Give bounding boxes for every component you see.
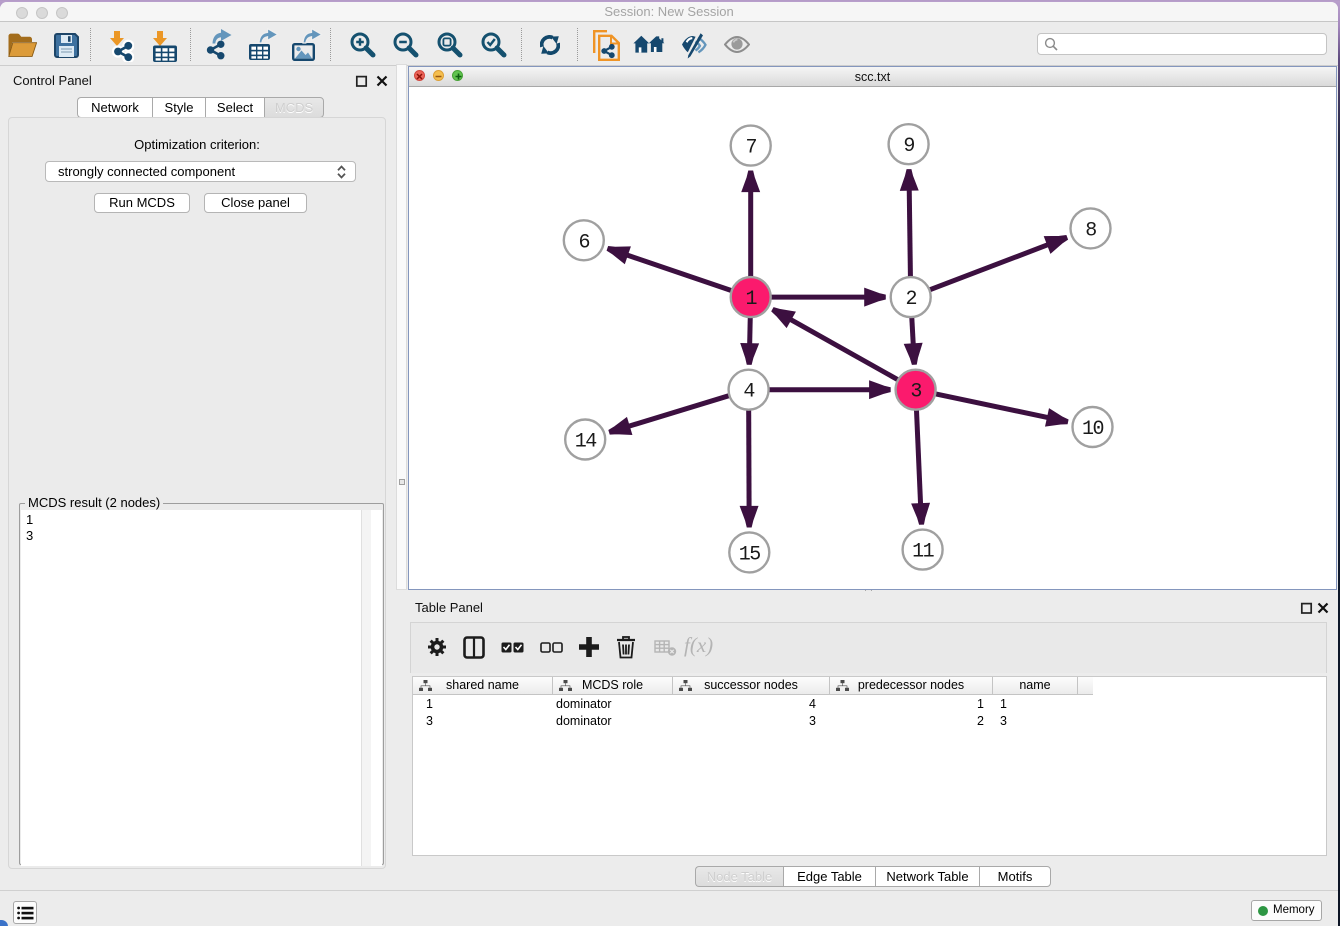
svg-text:9: 9 — [903, 135, 914, 158]
svg-text:6: 6 — [579, 231, 590, 254]
svg-text:7: 7 — [745, 137, 756, 160]
svg-text:3: 3 — [910, 381, 921, 404]
svg-text:14: 14 — [575, 431, 597, 454]
svg-text:10: 10 — [1082, 418, 1104, 441]
svg-text:1: 1 — [745, 288, 757, 311]
svg-text:8: 8 — [1085, 219, 1096, 242]
svg-text:4: 4 — [743, 381, 754, 404]
svg-text:11: 11 — [912, 541, 935, 564]
svg-text:15: 15 — [739, 543, 761, 566]
svg-text:2: 2 — [905, 288, 916, 311]
